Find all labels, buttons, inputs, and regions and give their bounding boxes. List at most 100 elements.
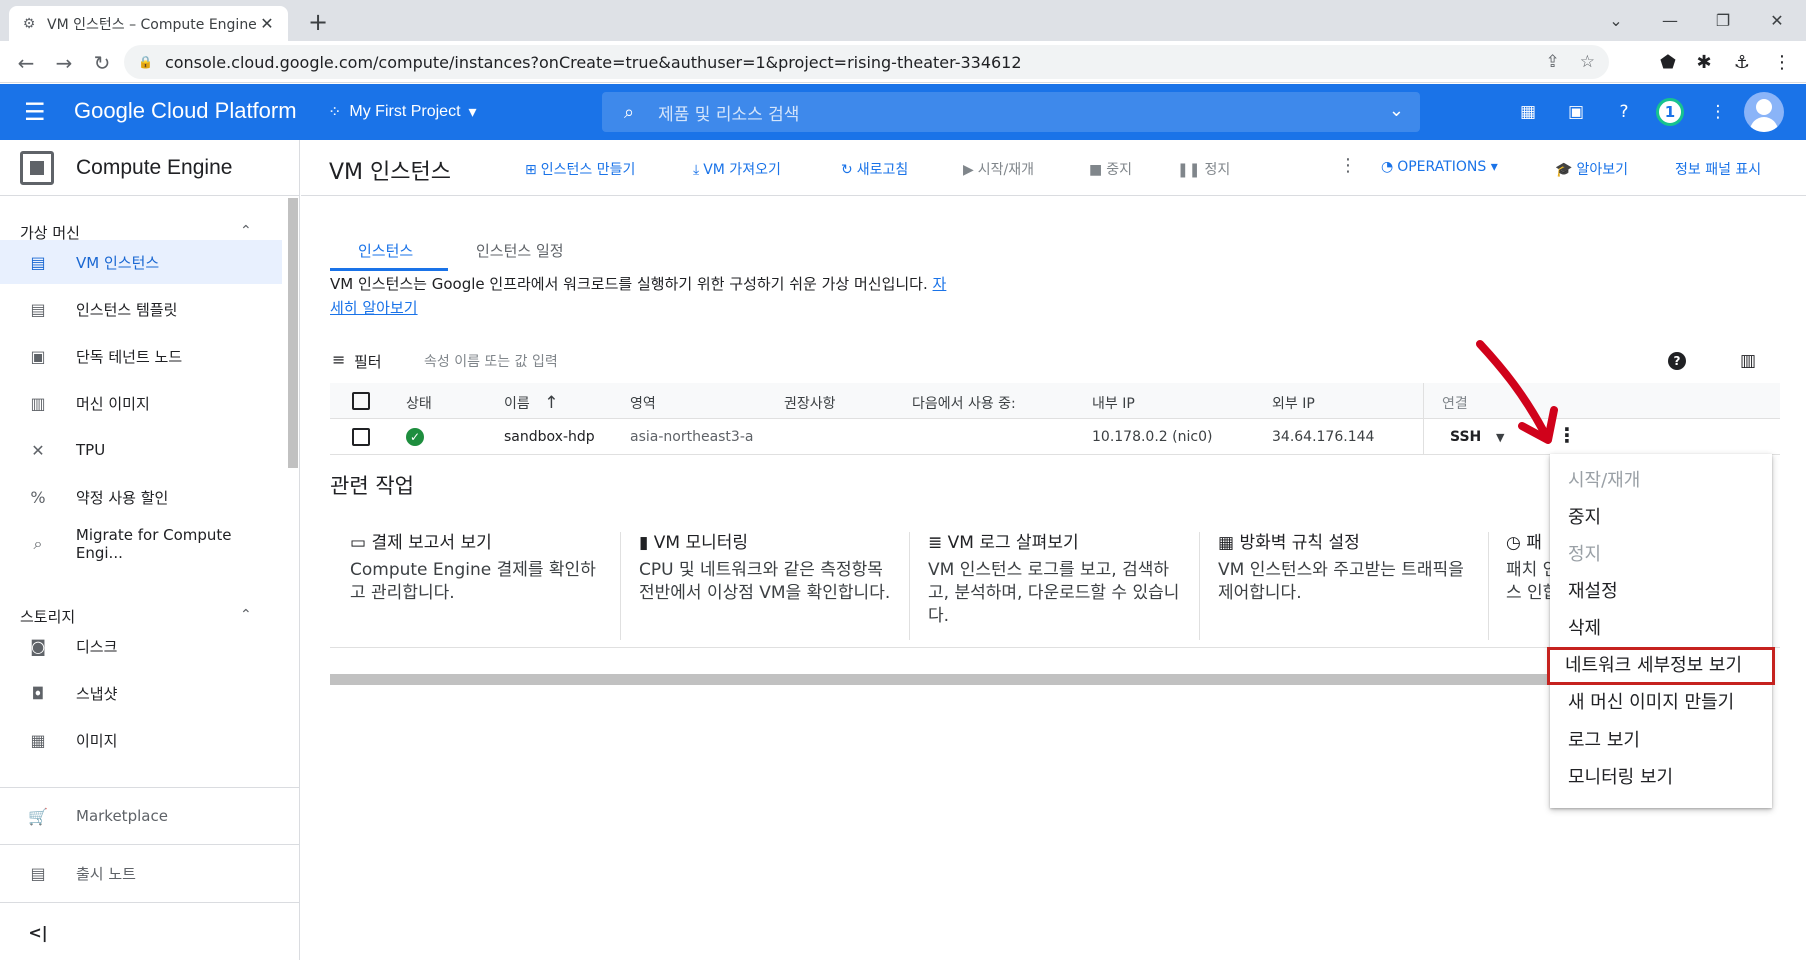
refresh-icon: ↻ bbox=[841, 162, 853, 178]
chevron-up-icon[interactable]: ⌃ bbox=[240, 223, 252, 239]
project-name: My First Project bbox=[349, 103, 461, 120]
import-vm-button[interactable]: ⤓ VM 가져오기 bbox=[693, 159, 781, 179]
sidebar-item-sole-tenant-nodes[interactable]: ▣ 단독 테넌트 노드 bbox=[0, 334, 282, 378]
learn-button[interactable]: 🎓 알아보기 bbox=[1555, 159, 1628, 179]
sidebar-item-instance-templates[interactable]: ▤ 인스턴스 템플릿 bbox=[0, 287, 282, 331]
chevron-up-icon[interactable]: ⌃ bbox=[240, 607, 252, 623]
account-avatar[interactable] bbox=[1744, 92, 1784, 132]
start-button[interactable]: ▶ 시작/재개 bbox=[963, 159, 1034, 179]
snapshot-icon: ◘ bbox=[31, 683, 45, 703]
sidebar-scrollbar[interactable] bbox=[288, 198, 298, 468]
sidebar-item-machine-images[interactable]: ▥ 머신 이미지 bbox=[0, 381, 282, 425]
col-recommendation[interactable]: 권장사항 bbox=[784, 393, 836, 413]
menu-item-new-machine-image[interactable]: 새 머신 이미지 만들기 bbox=[1550, 684, 1772, 722]
menu-item-reset[interactable]: 재설정 bbox=[1550, 573, 1772, 611]
sidebar-item-snapshots[interactable]: ◘ 스냅샷 bbox=[0, 671, 282, 715]
menu-item-start[interactable]: 시작/재개 bbox=[1550, 462, 1772, 500]
column-display-icon[interactable]: ▥ bbox=[1740, 351, 1756, 371]
migrate-icon: ⌕ bbox=[33, 534, 43, 553]
close-window-button[interactable]: ✕ bbox=[1754, 6, 1800, 36]
add-box-icon: ⊞ bbox=[525, 162, 537, 178]
sidebar-item-committed-use-discounts[interactable]: % 약정 사용 할인 bbox=[0, 475, 282, 519]
project-selector[interactable]: ⁘ My First Project ▾ bbox=[328, 102, 477, 122]
gift-icon[interactable]: ▦ bbox=[1516, 100, 1540, 124]
status-running-icon: ✓ bbox=[406, 428, 424, 446]
info-panel-button[interactable]: 정보 패널 표시 bbox=[1675, 159, 1761, 179]
card-firewall[interactable]: ▦ 방화벽 규칙 설정 VM 인스턴스와 주고받는 트래픽을 제어합니다. bbox=[1218, 528, 1478, 605]
minimize-button[interactable]: — bbox=[1647, 6, 1693, 36]
menu-item-network-details[interactable]: 네트워크 세부정보 보기 bbox=[1547, 647, 1775, 685]
tab-search-icon[interactable]: ⌄ bbox=[1593, 6, 1639, 36]
notifications-badge[interactable]: 1 bbox=[1656, 98, 1684, 126]
horizontal-scrollbar[interactable] bbox=[330, 674, 1550, 685]
instance-external-ip[interactable]: 34.64.176.144 bbox=[1272, 429, 1374, 445]
filter-input[interactable]: 속성 이름 또는 값 입력 bbox=[424, 351, 558, 371]
sidebar-item-tpu[interactable]: ✕ TPU bbox=[0, 428, 282, 472]
collapse-sidebar-button[interactable]: <| bbox=[0, 910, 282, 954]
card-divider bbox=[620, 532, 621, 640]
card-divider bbox=[1488, 532, 1489, 640]
url-field[interactable]: 🔒 console.cloud.google.com/compute/insta… bbox=[124, 45, 1609, 79]
help-icon[interactable]: ? bbox=[1612, 100, 1636, 124]
suspend-button[interactable]: ❚❚ 정지 bbox=[1177, 159, 1230, 179]
operations-button[interactable]: ◔ OPERATIONS ▾ bbox=[1381, 159, 1498, 175]
menu-item-stop[interactable]: 중지 bbox=[1550, 499, 1772, 537]
more-actions-icon[interactable]: ⋮ bbox=[1339, 155, 1357, 176]
browser-menu-icon[interactable]: ⋮ bbox=[1770, 51, 1794, 75]
col-internal-ip[interactable]: 내부 IP bbox=[1092, 393, 1135, 413]
hamburger-menu-icon[interactable]: ☰ bbox=[24, 100, 46, 124]
annotation-arrow-icon bbox=[1476, 340, 1558, 444]
instance-internal-ip[interactable]: 10.178.0.2 (nic0) bbox=[1092, 429, 1212, 445]
sidebar-item-images[interactable]: ▦ 이미지 bbox=[0, 718, 282, 762]
extension-shield-icon[interactable]: ⬟ bbox=[1656, 51, 1680, 75]
sidebar-item-label: 단독 테넌트 노드 bbox=[76, 347, 183, 366]
menu-item-view-monitoring[interactable]: 모니터링 보기 bbox=[1550, 759, 1772, 797]
tab-instances[interactable]: 인스턴스 bbox=[358, 240, 413, 261]
col-name[interactable]: 이름 ↑ bbox=[504, 393, 558, 413]
anchor-extension-icon[interactable]: ⚓ bbox=[1730, 51, 1754, 75]
card-monitoring[interactable]: ▮ VM 모니터링 CPU 및 네트워크와 같은 측정항목 전반에서 이상점 V… bbox=[639, 528, 899, 605]
sidebar-item-marketplace[interactable]: 🛒 Marketplace bbox=[0, 794, 282, 838]
select-all-checkbox[interactable] bbox=[352, 392, 370, 410]
forward-button[interactable]: → bbox=[50, 49, 78, 77]
close-tab-icon[interactable]: ✕ bbox=[258, 14, 276, 33]
stop-button[interactable]: ■ 중지 bbox=[1089, 159, 1132, 179]
menu-item-view-logs[interactable]: 로그 보기 bbox=[1550, 722, 1772, 760]
chevron-down-icon: ▾ bbox=[1490, 159, 1498, 175]
bookmark-star-icon[interactable]: ☆ bbox=[1580, 52, 1595, 72]
menu-item-delete[interactable]: 삭제 bbox=[1550, 610, 1772, 648]
more-options-icon[interactable]: ⋮ bbox=[1706, 100, 1730, 124]
search-input[interactable]: ⌕ 제품 및 리소스 검색 ⌄ bbox=[602, 92, 1420, 132]
help-circle-icon[interactable]: ? bbox=[1668, 352, 1686, 370]
play-icon: ▶ bbox=[963, 162, 974, 178]
col-external-ip[interactable]: 외부 IP bbox=[1272, 393, 1315, 413]
tab-instance-schedules[interactable]: 인스턴스 일정 bbox=[476, 240, 564, 261]
new-tab-button[interactable]: + bbox=[304, 8, 332, 36]
sidebar-item-migrate[interactable]: ⌕ Migrate for Compute Engi... bbox=[0, 522, 282, 566]
share-icon[interactable]: ⇪ bbox=[1546, 52, 1560, 72]
extensions-puzzle-icon[interactable]: ✱ bbox=[1692, 51, 1716, 75]
pause-icon: ❚❚ bbox=[1177, 162, 1201, 178]
sidebar-item-release-notes[interactable]: ▤ 출시 노트 bbox=[0, 851, 282, 895]
cloud-shell-icon[interactable]: ▣ bbox=[1564, 100, 1588, 124]
col-status[interactable]: 상태 bbox=[406, 393, 432, 413]
search-expand-icon[interactable]: ⌄ bbox=[1389, 100, 1404, 121]
sidebar-item-vm-instances[interactable]: ▤ VM 인스턴스 bbox=[0, 240, 282, 284]
card-logs[interactable]: ≣ VM 로그 살펴보기 VM 인스턴스 로그를 보고, 검색하고, 분석하며,… bbox=[928, 528, 1188, 628]
brand-title[interactable]: Google Cloud Platform bbox=[74, 98, 297, 124]
refresh-button[interactable]: ↻ 새로고침 bbox=[841, 159, 908, 179]
filter-label[interactable]: 필터 bbox=[354, 351, 382, 372]
restore-button[interactable]: ❐ bbox=[1700, 6, 1746, 36]
sidebar-item-disks[interactable]: ◙ 디스크 bbox=[0, 624, 282, 668]
col-zone[interactable]: 영역 bbox=[630, 393, 656, 413]
menu-item-suspend[interactable]: 정지 bbox=[1550, 536, 1772, 574]
col-in-use-by[interactable]: 다음에서 사용 중: bbox=[912, 393, 1016, 413]
browser-tabstrip: ⚙ VM 인스턴스 – Compute Engine ✕ + ⌄ — ❐ ✕ bbox=[0, 0, 1806, 41]
reload-button[interactable]: ↻ bbox=[88, 49, 116, 77]
create-instance-button[interactable]: ⊞ 인스턴스 만들기 bbox=[525, 159, 635, 179]
row-checkbox[interactable] bbox=[352, 428, 370, 446]
card-billing[interactable]: ▭ 결제 보고서 보기 Compute Engine 결제를 확인하고 관리합니… bbox=[350, 528, 610, 605]
back-button[interactable]: ← bbox=[12, 49, 40, 77]
browser-tab[interactable]: ⚙ VM 인스턴스 – Compute Engine ✕ bbox=[9, 6, 288, 41]
instance-name-link[interactable]: sandbox-hdp bbox=[504, 429, 595, 445]
